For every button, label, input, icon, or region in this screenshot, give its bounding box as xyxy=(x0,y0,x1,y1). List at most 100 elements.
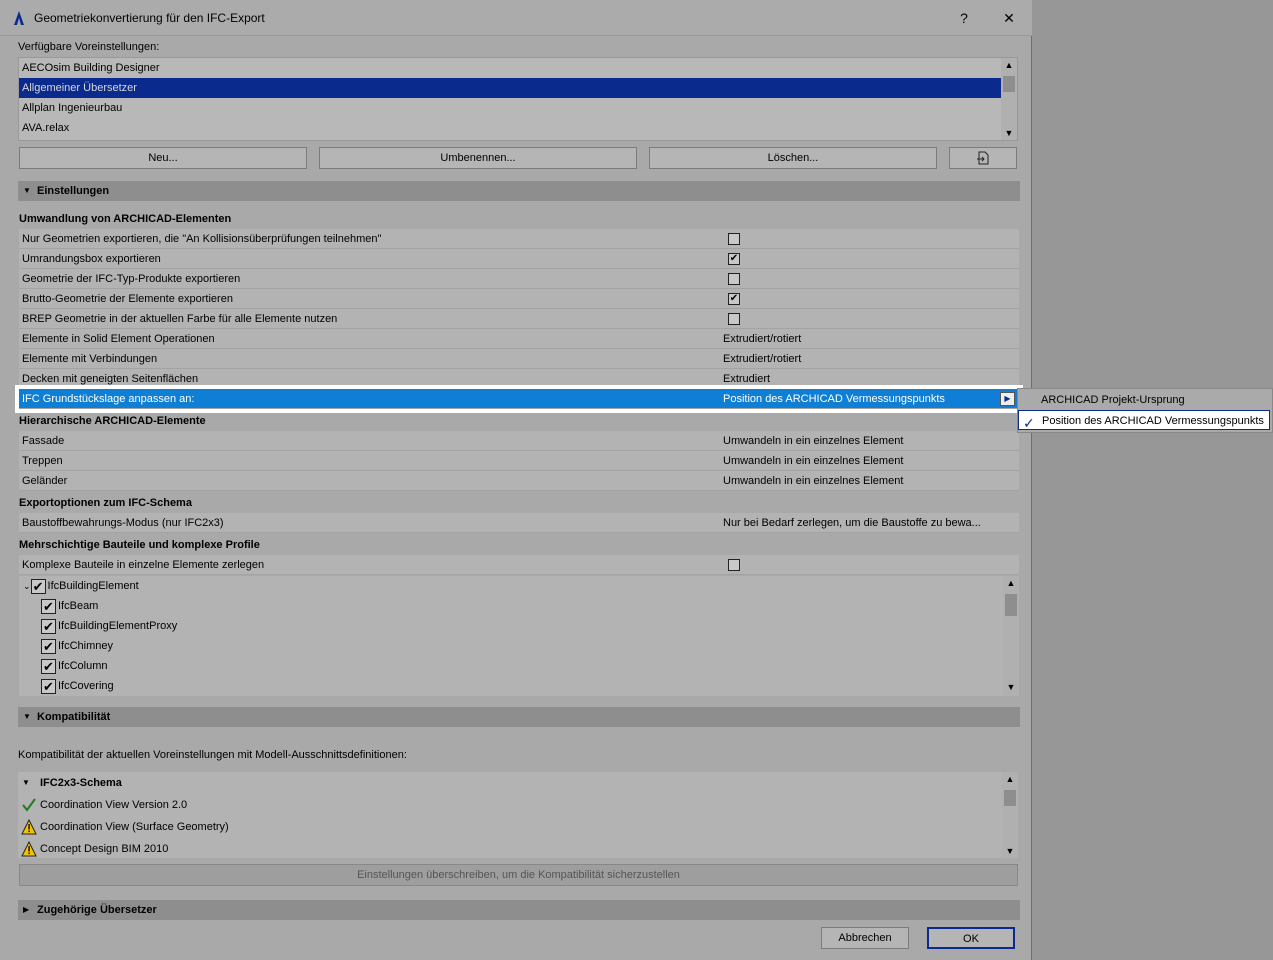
preset-item-selected[interactable]: Allgemeiner Übersetzer xyxy=(19,78,1003,98)
setting-row: Brutto-Geometrie der Elemente exportiere… xyxy=(19,289,1019,309)
setting-value[interactable]: Position des ARCHICAD Vermessungspunkts xyxy=(723,389,945,409)
setting-row[interactable]: Geländer Umwandeln in ein einzelnes Elem… xyxy=(19,471,1019,491)
tree-item-label: IfcColumn xyxy=(58,660,108,672)
tree-checkbox-checked[interactable]: ✔ xyxy=(41,618,56,634)
compat-item[interactable]: Coordination View (Surface Geometry) xyxy=(18,816,229,838)
compat-item[interactable]: Concept Design BIM 2010 xyxy=(18,838,168,860)
warning-icon xyxy=(21,819,37,835)
compat-item[interactable]: Coordination View Version 2.0 xyxy=(18,794,187,816)
setting-row: Umrandungsbox exportieren ✔ xyxy=(19,249,1019,269)
scroll-down-icon[interactable]: ▼ xyxy=(1001,126,1017,140)
setting-row: Komplexe Bauteile in einzelne Elemente z… xyxy=(19,555,1019,575)
setting-row[interactable]: Baustoffbewahrungs-Modus (nur IFC2x3) Nu… xyxy=(19,513,1019,533)
scroll-thumb[interactable] xyxy=(1005,594,1017,616)
preset-item[interactable]: Allplan Ingenieurbau xyxy=(19,98,1003,118)
setting-value[interactable]: Extrudiert/rotiert xyxy=(723,329,801,349)
expanded-triangle-icon: ▼ xyxy=(22,778,30,787)
ifc-element-tree: ⌄ ✔ IfcBuildingElement ✔ IfcBeam ✔ IfcBuildi… xyxy=(19,576,1019,696)
tree-item[interactable]: ✔ IfcColumn xyxy=(41,656,108,676)
ok-button[interactable]: OK xyxy=(927,927,1015,949)
setting-label: Elemente in Solid Element Operationen xyxy=(22,333,215,345)
schema-group-row[interactable]: ▼ IFC2x3-Schema xyxy=(18,772,122,794)
setting-value[interactable]: Umwandeln in ein einzelnes Element xyxy=(723,451,903,471)
submenu-item[interactable]: ARCHICAD Projekt-Ursprung xyxy=(1018,390,1270,410)
new-preset-button[interactable]: Neu... xyxy=(19,147,307,169)
setting-value[interactable]: Umwandeln in ein einzelnes Element xyxy=(723,471,903,491)
setting-value[interactable]: Umwandeln in ein einzelnes Element xyxy=(723,431,903,451)
setting-label: Geländer xyxy=(22,475,68,487)
setting-checkbox-checked[interactable]: ✔ xyxy=(728,293,740,305)
tree-item[interactable]: ✔ IfcCovering xyxy=(41,676,114,696)
scroll-down-icon[interactable]: ▼ xyxy=(1002,844,1018,858)
collapsed-triangle-icon: ▶ xyxy=(23,905,30,914)
tree-checkbox-checked[interactable]: ✔ xyxy=(41,638,56,654)
presets-listbox[interactable]: AECOsim Building Designer Allgemeiner Üb… xyxy=(18,57,1018,141)
submenu-item-selected[interactable]: ✓ Position des ARCHICAD Vermessungspunkt… xyxy=(1018,410,1270,431)
cancel-button[interactable]: Abbrechen xyxy=(821,927,909,949)
setting-row[interactable]: Treppen Umwandeln in ein einzelnes Eleme… xyxy=(19,451,1019,471)
expanded-triangle-icon: ▼ xyxy=(23,186,31,195)
scroll-down-icon[interactable]: ▼ xyxy=(1003,680,1019,694)
schema-group-title: Exportoptionen zum IFC-Schema xyxy=(19,497,192,509)
tree-checkbox-checked[interactable]: ✔ xyxy=(41,658,56,674)
compat-scrollbar[interactable]: ▲ ▼ xyxy=(1002,772,1018,858)
multilayer-group-title: Mehrschichtige Bauteile und komplexe Pro… xyxy=(19,539,260,551)
tree-item-label: IfcBuildingElement xyxy=(47,580,139,592)
setting-row[interactable]: Elemente mit Verbindungen Extrudiert/rot… xyxy=(19,349,1019,369)
scroll-up-icon[interactable]: ▲ xyxy=(1002,772,1018,786)
tree-checkbox-checked[interactable]: ✔ xyxy=(41,598,56,614)
window-title: Geometriekonvertierung für den IFC-Expor… xyxy=(34,11,265,25)
setting-label: BREP Geometrie in der aktuellen Farbe fü… xyxy=(22,313,338,325)
setting-checkbox[interactable] xyxy=(728,233,740,245)
setting-value[interactable]: Extrudiert/rotiert xyxy=(723,349,801,369)
presets-label: Verfügbare Voreinstellungen: xyxy=(18,41,160,53)
setting-label: Brutto-Geometrie der Elemente exportiere… xyxy=(22,293,233,305)
tree-checkbox-checked[interactable]: ✔ xyxy=(30,578,46,594)
setting-row[interactable]: Elemente in Solid Element Operationen Ex… xyxy=(19,329,1019,349)
setting-checkbox[interactable] xyxy=(728,559,740,571)
schema-label: IFC2x3-Schema xyxy=(40,777,122,789)
scroll-up-icon[interactable]: ▲ xyxy=(1003,576,1019,590)
settings-section-title: Einstellungen xyxy=(37,185,110,197)
export-preset-button[interactable] xyxy=(949,147,1017,169)
tree-item[interactable]: ✔ IfcBuildingElementProxy xyxy=(41,616,177,636)
help-button[interactable]: ? xyxy=(944,6,984,30)
tree-item-root[interactable]: ⌄ ✔ IfcBuildingElement xyxy=(23,576,139,596)
checkmark-icon xyxy=(22,798,36,812)
setting-value[interactable]: Extrudiert xyxy=(723,369,770,389)
tree-item[interactable]: ✔ IfcChimney xyxy=(41,636,113,656)
close-button[interactable]: ✕ xyxy=(989,6,1029,30)
setting-row-highlighted[interactable]: IFC Grundstückslage anpassen an: Positio… xyxy=(15,385,1023,413)
setting-checkbox[interactable] xyxy=(728,313,740,325)
setting-row[interactable]: Decken mit geneigten Seitenflächen Extru… xyxy=(19,369,1019,389)
expanded-triangle-icon: ▼ xyxy=(23,712,31,721)
override-settings-button[interactable]: Einstellungen überschreiben, um die Komp… xyxy=(19,864,1018,886)
tree-item[interactable]: ✔ IfcBeam xyxy=(41,596,98,616)
setting-checkbox-checked[interactable]: ✔ xyxy=(728,253,740,265)
compatibility-section-header[interactable]: ▼ Kompatibilität xyxy=(18,707,1020,727)
scroll-thumb[interactable] xyxy=(1003,76,1015,92)
presets-scrollbar[interactable]: ▲ ▼ xyxy=(1001,58,1017,140)
rename-preset-button[interactable]: Umbenennen... xyxy=(319,147,637,169)
settings-section-header[interactable]: ▼ Einstellungen xyxy=(18,181,1020,201)
tree-checkbox-checked[interactable]: ✔ xyxy=(41,678,56,694)
scroll-thumb[interactable] xyxy=(1004,790,1016,806)
delete-preset-button[interactable]: Löschen... xyxy=(649,147,937,169)
ifc-export-dialog: Geometriekonvertierung für den IFC-Expor… xyxy=(0,0,1032,960)
submenu-arrow-icon[interactable]: ▶ xyxy=(1000,392,1015,406)
collapse-chevron-icon[interactable]: ⌄ xyxy=(23,581,31,591)
tree-item-label: IfcCovering xyxy=(58,680,114,692)
setting-value[interactable]: Nur bei Bedarf zerlegen, um die Baustoff… xyxy=(723,513,981,533)
setting-checkbox[interactable] xyxy=(728,273,740,285)
scroll-up-icon[interactable]: ▲ xyxy=(1001,58,1017,72)
preset-item[interactable]: AVA.relax xyxy=(19,118,1003,138)
export-file-icon xyxy=(977,151,989,165)
related-section-header[interactable]: ▶ Zugehörige Übersetzer xyxy=(18,900,1020,920)
tree-item-label: IfcBeam xyxy=(58,600,99,612)
compat-item-label: Coordination View (Surface Geometry) xyxy=(40,821,229,833)
tree-scrollbar[interactable]: ▲ ▼ xyxy=(1003,576,1019,696)
compatibility-section-title: Kompatibilität xyxy=(37,711,111,723)
compatibility-list: ▼ IFC2x3-Schema Coordination View Versio… xyxy=(18,772,1018,858)
setting-row[interactable]: Fassade Umwandeln in ein einzelnes Eleme… xyxy=(19,431,1019,451)
preset-item[interactable]: AECOsim Building Designer xyxy=(19,58,1003,78)
